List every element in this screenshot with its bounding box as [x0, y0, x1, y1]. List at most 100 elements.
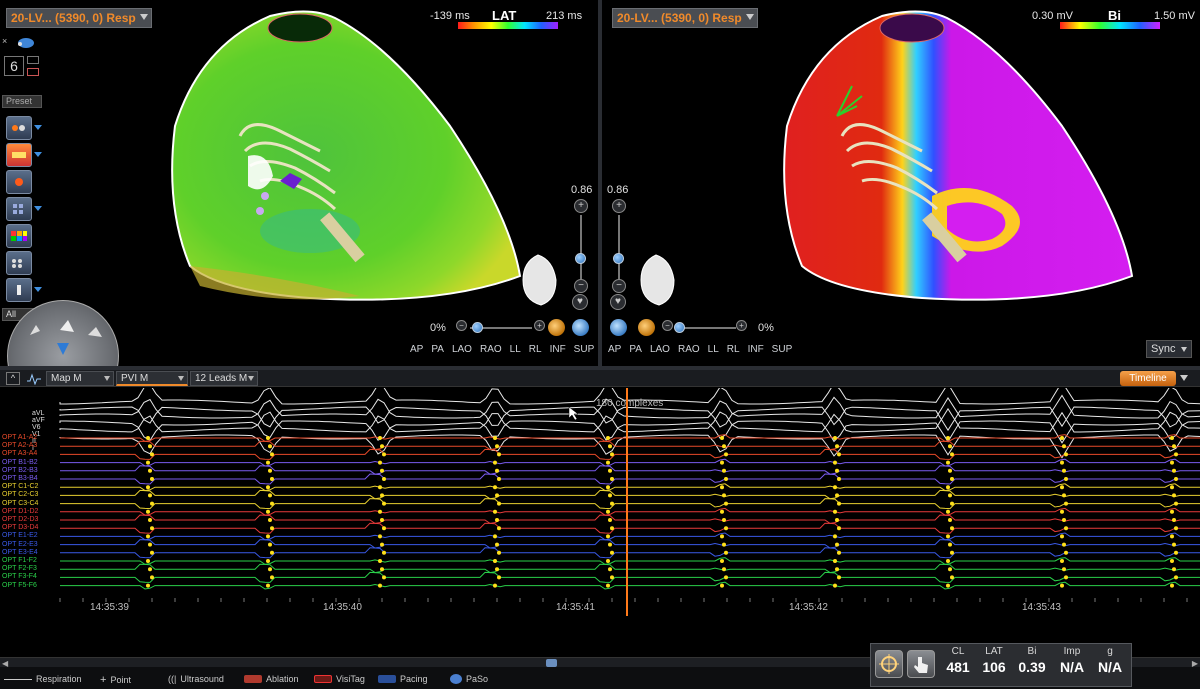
zoom-out-button[interactable]: − — [612, 279, 626, 293]
left-map-selector[interactable]: 20-LV... (5390, 0) Resp — [6, 8, 152, 28]
sync-select[interactable]: Sync — [1146, 340, 1192, 358]
zoom-in-button[interactable]: + — [612, 199, 626, 213]
transparency-increase-button[interactable]: + — [534, 320, 545, 331]
view-pa-button[interactable]: PA — [431, 344, 444, 355]
view-ll-button[interactable]: LL — [510, 344, 521, 355]
bi-3d-map[interactable] — [772, 6, 1152, 306]
zoom-slider-thumb[interactable] — [575, 253, 586, 264]
time-label: 14:35:43 — [1022, 602, 1061, 613]
zoom-slider-track[interactable] — [580, 215, 582, 280]
view-pa-button[interactable]: PA — [629, 344, 642, 355]
annotation-dot — [722, 444, 726, 449]
chevron-down-icon[interactable] — [34, 125, 42, 130]
signal-traces-area[interactable]: aVL aVF V6 V1 II I OPT A1-A2 OPT A2-A3 OPT A3-A4… — [0, 388, 1200, 616]
heart-catheter-icon[interactable] — [14, 36, 38, 50]
view-sup-button[interactable]: SUP — [574, 344, 595, 355]
ablation-swatch-icon — [244, 675, 262, 683]
annotation-dot — [146, 583, 150, 588]
electrode-tool-button[interactable] — [6, 278, 32, 302]
transparency-decrease-button[interactable]: − — [456, 320, 467, 331]
zoom-slider-thumb[interactable] — [613, 253, 624, 264]
view-rao-button[interactable]: RAO — [678, 344, 700, 355]
zoom-out-button[interactable]: − — [574, 279, 588, 293]
view-sup-button[interactable]: SUP — [772, 344, 793, 355]
transparency-slider-thumb[interactable] — [472, 322, 483, 333]
heart-view-button[interactable]: ♥ — [610, 294, 626, 310]
chevron-down-icon — [1181, 347, 1187, 352]
left-map-viewport[interactable]: 20-LV... (5390, 0) Resp -139 ms LAT 213 … — [0, 0, 598, 366]
readout-value: 481 — [946, 659, 970, 675]
annotation-dot — [380, 493, 384, 498]
view-inf-button[interactable]: INF — [748, 344, 764, 355]
transparency-increase-button[interactable]: + — [736, 320, 747, 331]
chevron-down-icon[interactable] — [34, 287, 42, 292]
color-map-tool-button[interactable] — [6, 170, 32, 194]
view-rl-button[interactable]: RL — [529, 344, 542, 355]
rainbow-grid-button[interactable] — [6, 224, 32, 248]
annotation-dot — [1174, 452, 1178, 457]
annotation-dot — [1174, 526, 1178, 531]
close-icon[interactable]: × — [2, 36, 7, 46]
chevron-down-icon — [746, 14, 754, 20]
scroll-thumb[interactable] — [546, 659, 557, 667]
annotation-dot — [378, 509, 382, 514]
ecg-trace — [59, 406, 1200, 432]
view-inf-button[interactable]: INF — [550, 344, 566, 355]
right-map-viewport[interactable]: 20-LV... (5390, 0) Resp 0.30 mV Bi 1.50 … — [602, 0, 1200, 366]
zoom-slider-track[interactable] — [618, 215, 620, 280]
channel-label: OPT D1-D2 — [2, 507, 39, 515]
chevron-down-icon[interactable] — [1180, 375, 1188, 381]
view-ap-button[interactable]: AP — [410, 344, 423, 355]
line-icon — [4, 678, 32, 680]
lat-3d-map[interactable] — [160, 6, 540, 306]
opt-trace — [60, 532, 1200, 541]
annotation-dot — [497, 575, 501, 580]
rotate-view-button[interactable] — [610, 319, 627, 336]
view-rl-button[interactable]: RL — [727, 344, 740, 355]
transparency-slider-thumb[interactable] — [674, 322, 685, 333]
view-ap-button[interactable]: AP — [608, 344, 621, 355]
tag-tool-button[interactable] — [6, 197, 32, 221]
preset-select[interactable]: Preset — [2, 95, 42, 108]
annotation-dot — [946, 559, 950, 563]
annotation-dot — [833, 460, 837, 465]
bookmark-icon[interactable] — [27, 68, 39, 76]
grid-icon[interactable] — [27, 56, 39, 64]
annotation-dot — [835, 493, 839, 498]
transparency-slider-track[interactable] — [676, 327, 736, 329]
channel-label: aVF — [32, 417, 45, 424]
chevron-down-icon[interactable] — [34, 152, 42, 157]
dots-grid-button[interactable] — [6, 251, 32, 275]
view-lao-button[interactable]: LAO — [452, 344, 472, 355]
collapse-up-icon[interactable]: ^ — [6, 372, 20, 385]
annotation-dot — [610, 575, 614, 580]
rotate-view-button[interactable] — [572, 319, 589, 336]
view-lao-button[interactable]: LAO — [650, 344, 670, 355]
annotation-dot — [833, 583, 837, 588]
hand-point-button[interactable] — [907, 650, 935, 678]
annotation-dot — [1060, 436, 1064, 440]
map-display-button[interactable] — [548, 319, 565, 336]
annotation-dot — [946, 460, 950, 465]
opt-trace — [60, 507, 1200, 516]
zoom-in-button[interactable]: + — [574, 199, 588, 213]
chevron-down-icon[interactable] — [34, 206, 42, 211]
view-ll-button[interactable]: LL — [708, 344, 719, 355]
catheter-tool-button[interactable] — [6, 116, 32, 140]
pvi-signal-select[interactable]: PVI M — [116, 371, 188, 386]
transparency-decrease-button[interactable]: − — [662, 320, 673, 331]
leads-signal-select[interactable]: 12 Leads M — [190, 371, 258, 386]
timeline-button[interactable]: Timeline — [1120, 371, 1176, 386]
waveform-icon[interactable] — [26, 372, 42, 385]
right-map-selector[interactable]: 20-LV... (5390, 0) Resp — [612, 8, 758, 28]
view-rao-button[interactable]: RAO — [480, 344, 502, 355]
heart-view-button[interactable]: ♥ — [572, 294, 588, 310]
map-number-box[interactable]: 6 — [4, 56, 24, 76]
points-tool-button[interactable] — [6, 143, 32, 167]
map-display-button[interactable] — [638, 319, 655, 336]
color-map-icon — [15, 178, 23, 186]
target-point-button[interactable] — [875, 650, 903, 678]
map-signal-select[interactable]: Map M — [46, 371, 114, 386]
time-cursor-line[interactable] — [626, 388, 628, 616]
annotation-dot — [150, 477, 154, 481]
